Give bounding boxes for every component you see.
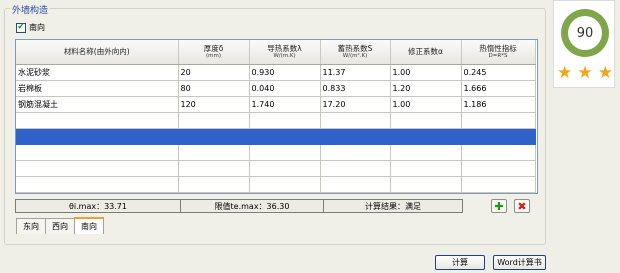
cell-heat-storage[interactable] [320, 176, 391, 193]
checkbox-label: 南向 [29, 23, 45, 32]
cell-material[interactable] [16, 112, 179, 129]
cell-thickness[interactable] [178, 128, 250, 145]
cell-inertia[interactable] [461, 144, 536, 161]
cell-thickness[interactable]: 120 [178, 96, 250, 113]
tab-west[interactable]: 西向 [45, 218, 75, 234]
cell-thickness[interactable] [178, 112, 250, 129]
cell-correction[interactable] [390, 144, 462, 161]
delete-icon: ✖ [517, 199, 527, 213]
cell-material[interactable]: 水泥砂浆 [16, 64, 179, 81]
cell-inertia[interactable] [461, 128, 536, 145]
cell-inertia[interactable]: 0.245 [461, 64, 536, 81]
cell-material[interactable]: 钢筋混凝土 [16, 96, 179, 113]
table-row[interactable]: 钢筋混凝土 120 1.740 17.20 1.00 1.186 [16, 96, 536, 113]
material-table: 材料名称(由外向内) 厚度δ (mm) 导热系数λ W/(m.K) 蓄热系数S W/(… [15, 39, 538, 194]
cell-thickness[interactable] [178, 160, 250, 177]
cell-material[interactable] [16, 176, 179, 193]
checkbox-box[interactable]: ✔ [16, 22, 26, 33]
cell-material[interactable] [16, 128, 179, 145]
add-row-button[interactable]: ✚ [491, 199, 507, 213]
col-header-heat-storage[interactable]: 蓄热系数S W/(m².K) [320, 40, 391, 65]
cell-correction[interactable]: 1.20 [390, 80, 462, 97]
table-header-row: 材料名称(由外向内) 厚度δ (mm) 导热系数λ W/(m.K) 蓄热系数S W/(… [16, 40, 536, 65]
cell-inertia[interactable] [461, 176, 536, 193]
star-icon: ★ [577, 63, 593, 83]
cell-correction[interactable]: 1.00 [390, 96, 462, 113]
table-row[interactable]: 水泥砂浆 20 0.930 11.37 1.00 0.245 [16, 64, 536, 81]
limit-value: 限值te.max：36.30 [180, 199, 323, 213]
col-header-material[interactable]: 材料名称(由外向内) [16, 40, 179, 65]
col-header-correction[interactable]: 修正系数α [390, 40, 462, 65]
score-ring: 90 [561, 9, 609, 57]
cell-material[interactable] [16, 144, 179, 161]
cell-thickness[interactable]: 20 [178, 64, 250, 81]
cell-correction[interactable] [390, 176, 462, 193]
panel-title: 外墙构造 [10, 3, 51, 16]
word-report-button[interactable]: Word计算书 [493, 255, 546, 270]
cell-heat-storage[interactable] [320, 128, 391, 145]
delete-row-button[interactable]: ✖ [514, 199, 530, 213]
score-value: 90 [568, 16, 602, 50]
add-icon: ✚ [494, 199, 504, 213]
cell-heat-storage[interactable]: 0.833 [320, 80, 391, 97]
cell-heat-storage[interactable]: 11.37 [320, 64, 391, 81]
col-header-conductivity[interactable]: 导热系数λ W/(m.K) [249, 40, 321, 65]
cell-correction[interactable] [390, 128, 462, 145]
direction-checkbox[interactable]: ✔ 南向 [16, 22, 45, 33]
theta-max-value: θi.max：33.71 [15, 199, 180, 213]
cell-correction[interactable] [390, 112, 462, 129]
cell-heat-storage[interactable] [320, 112, 391, 129]
cell-conductivity[interactable] [249, 128, 321, 145]
col-header-thickness[interactable]: 厚度δ (mm) [178, 40, 250, 65]
star-icon: ★ [557, 63, 573, 83]
star-rating: ★ ★ ★ [557, 65, 613, 82]
table-row[interactable] [16, 128, 536, 145]
cell-heat-storage[interactable]: 17.20 [320, 96, 391, 113]
summary-bar: θi.max：33.71 限值te.max：36.30 计算结果：满足 [15, 199, 463, 213]
cell-conductivity[interactable] [249, 112, 321, 129]
table-row[interactable] [16, 176, 536, 193]
cell-conductivity[interactable]: 1.740 [249, 96, 321, 113]
cell-thickness[interactable]: 80 [178, 80, 250, 97]
direction-tabs: 东向 西向 南向 [16, 217, 104, 234]
table-row[interactable]: 岩棉板 80 0.040 0.833 1.20 1.666 [16, 80, 536, 97]
calc-result: 计算结果：满足 [323, 199, 463, 213]
cell-conductivity[interactable] [249, 144, 321, 161]
calculate-button[interactable]: 计算 [435, 255, 485, 270]
cell-conductivity[interactable] [249, 176, 321, 193]
cell-correction[interactable]: 1.00 [390, 64, 462, 81]
score-card: 90 ★ ★ ★ [553, 0, 615, 88]
tab-south[interactable]: 南向 [74, 217, 104, 234]
star-icon: ★ [597, 63, 613, 83]
cell-correction[interactable] [390, 160, 462, 177]
cell-inertia[interactable] [461, 160, 536, 177]
cell-conductivity[interactable] [249, 160, 321, 177]
cell-thickness[interactable] [178, 144, 250, 161]
cell-inertia[interactable]: 1.666 [461, 80, 536, 97]
cell-heat-storage[interactable] [320, 144, 391, 161]
tab-east[interactable]: 东向 [16, 218, 46, 234]
cell-heat-storage[interactable] [320, 160, 391, 177]
cell-conductivity[interactable]: 0.930 [249, 64, 321, 81]
cell-thickness[interactable] [178, 176, 250, 193]
cell-material[interactable] [16, 160, 179, 177]
cell-inertia[interactable] [461, 112, 536, 129]
table-row[interactable] [16, 112, 536, 129]
table-row[interactable] [16, 160, 536, 177]
col-header-inertia[interactable]: 热惰性指标 D=R*S [461, 40, 536, 65]
cell-conductivity[interactable]: 0.040 [249, 80, 321, 97]
cell-inertia[interactable]: 1.186 [461, 96, 536, 113]
table-row[interactable] [16, 144, 536, 161]
cell-material[interactable]: 岩棉板 [16, 80, 179, 97]
